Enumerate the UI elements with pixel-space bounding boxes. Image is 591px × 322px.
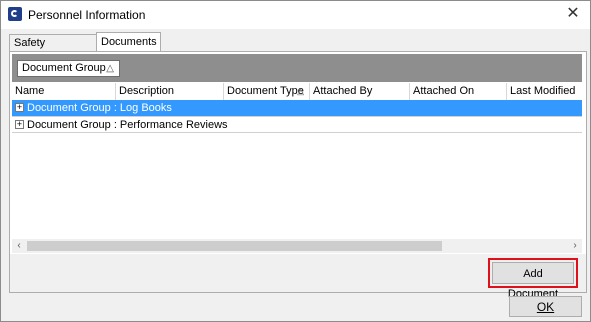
add-document-button[interactable]: Add Document: [488, 258, 578, 300]
group-row-label: Document Group : Log Books: [27, 102, 172, 114]
expand-plus-icon[interactable]: +: [15, 120, 24, 129]
column-header-label: Last Modified: [510, 85, 576, 97]
column-header-label: Attached By: [313, 85, 373, 97]
group-by-panel: Document Group △: [12, 54, 582, 82]
sort-ascending-icon: △: [106, 63, 114, 74]
close-icon[interactable]: ✕: [564, 5, 582, 23]
column-header-label: Description: [119, 85, 175, 97]
column-header-attached-by[interactable]: Attached By: [310, 83, 410, 100]
sort-ascending-icon: △: [297, 86, 304, 96]
column-header-document-type[interactable]: Document Type △: [224, 83, 310, 100]
personnel-information-dialog: Personnel Information ✕ Safety Informati…: [0, 0, 591, 322]
group-row-label: Document Group : Performance Reviews: [27, 119, 228, 131]
scroll-right-icon[interactable]: ›: [568, 239, 582, 253]
documents-tab-panel: Document Group △ Name Description Docume…: [9, 51, 587, 300]
grid-header-row: Name Description Document Type △ Attache…: [12, 83, 582, 100]
group-row-performance-reviews[interactable]: + Document Group : Performance Reviews: [12, 116, 582, 133]
panel-footer: Add Document: [10, 254, 586, 300]
column-header-last-modified[interactable]: Last Modified: [507, 83, 582, 100]
tab-documents[interactable]: Documents: [96, 32, 161, 52]
ok-button[interactable]: OK: [509, 296, 582, 317]
app-icon: [8, 7, 22, 21]
column-header-label: Name: [15, 85, 45, 97]
scrollbar-thumb[interactable]: [27, 241, 442, 251]
column-header-description[interactable]: Description: [116, 83, 224, 100]
documents-grid: Name Description Document Type △ Attache…: [12, 83, 582, 253]
title-bar: Personnel Information ✕: [1, 1, 590, 29]
group-by-chip-document-group[interactable]: Document Group △: [17, 60, 120, 77]
scroll-left-icon[interactable]: ‹: [12, 239, 26, 253]
column-header-attached-on[interactable]: Attached On: [410, 83, 507, 100]
tab-safety-information[interactable]: Safety Information: [9, 34, 97, 66]
horizontal-scrollbar[interactable]: ‹ ›: [12, 239, 582, 253]
expand-plus-icon[interactable]: +: [15, 103, 24, 112]
window-title: Personnel Information: [28, 8, 146, 22]
group-row-log-books[interactable]: + Document Group : Log Books: [12, 100, 582, 116]
column-header-label: Document Type: [227, 85, 304, 97]
column-header-name[interactable]: Name: [12, 83, 116, 100]
group-chip-label: Document Group: [22, 62, 106, 74]
column-header-label: Attached On: [413, 85, 475, 97]
